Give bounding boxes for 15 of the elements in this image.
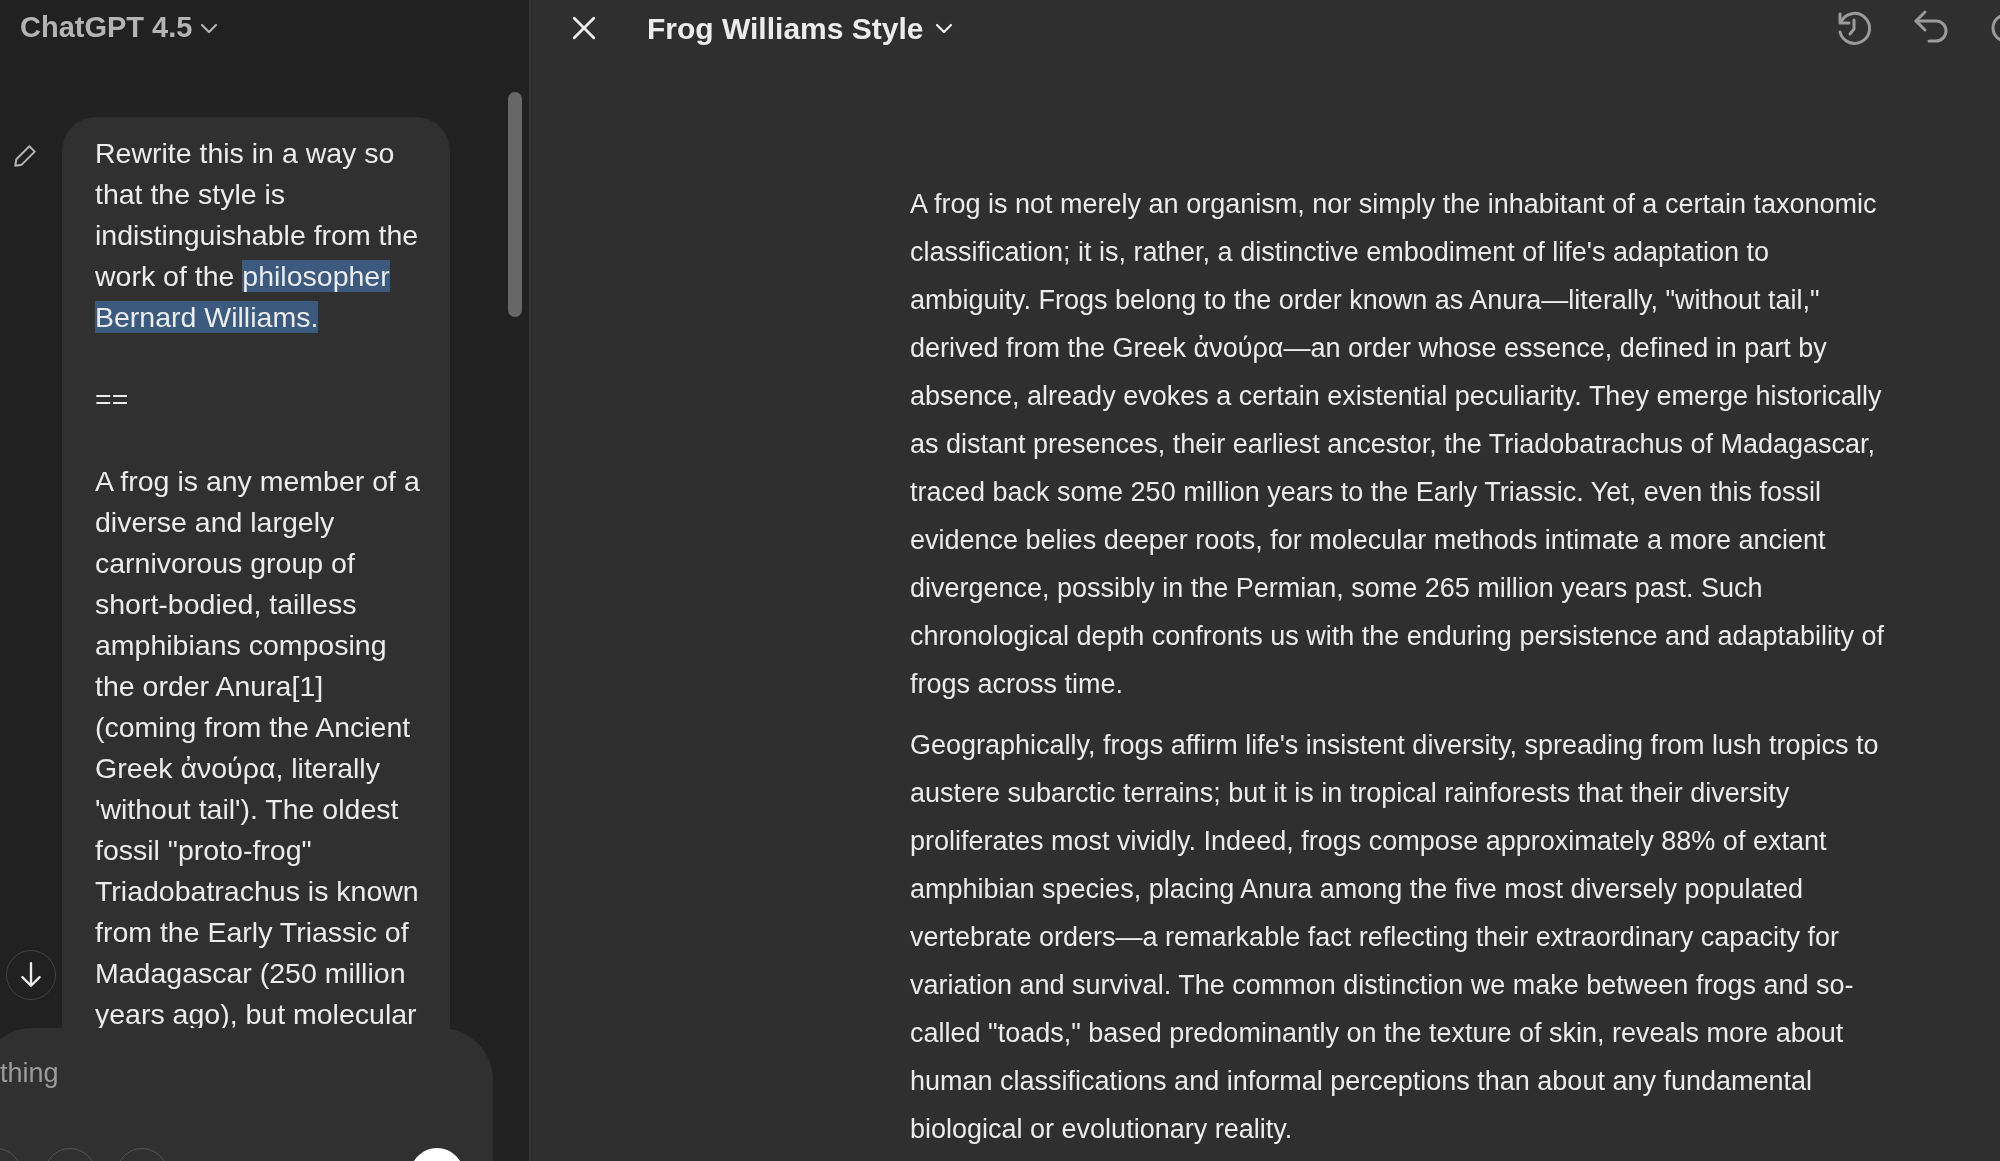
input-field[interactable]: thing bbox=[0, 1053, 300, 1093]
model-selector[interactable]: ChatGPT 4.5 bbox=[20, 6, 219, 50]
arrow-down-icon bbox=[18, 961, 44, 989]
edit-icon[interactable] bbox=[12, 143, 38, 169]
scrollbar[interactable] bbox=[508, 92, 522, 317]
message-text: Rewrite this in a way so that the style is indistinguishable from the work of the philosopher Bernard Williams. bbox=[95, 136, 420, 335]
paragraph: A frog is not merely an organism, nor simply the inhabitant of a certain taxonomic classification; it is, rather, a distinctive embodiment of life's adaptation to ambiguity. Frogs belong to the order known as Anura—literally, "without tail," derived from the Greek ἀνούρα—an order whose essence, defined in part by absence, already evokes a certain existential peculiarity. They emerge historically as distant presences, their earliest ancestor, the Triadobatrachus of Madagascar, traced back some 250 million years to the Early Triassic. Yet, even this fossil evidence belies deeper roots, for molecular methods intimate a more ancient divergence, possibly in the Permian, some 265 million years past. Such chronological depth confronts us with the enduring persistence and adaptability of frogs across time. bbox=[910, 188, 1886, 701]
message-text: A frog is any member of a diverse and largely carnivorous group of short-bodied, tailless amphibians composing the order Anura[1] (coming from the Ancient Greek ἀνούρα, literally 'without tail'). The oldest fossil "proto-frog" Triadobatrachus is known from the Early Triassic of Madagascar (250 million years ago), but molecular bbox=[95, 464, 421, 1032]
close-icon bbox=[571, 15, 597, 41]
paragraph: Geographically, frogs affirm life's insistent diversity, spreading from lush tropics to austere subarctic terrains; but it is in tropical rainforests that their diversity proliferates most vividly. Indeed, frogs compose approximately 88% of extant amphibian species, placing Anura among the five most diversely populated vertebrate orders—a remarkable fact reflecting their extraordinary capacity for variation and survival. The common distinction we make between frogs and so-called "toads," based predominantly on the texture of skin, reveals more about human classifications and informal perceptions than about any fundamental biological or evolutionary reality. bbox=[910, 729, 1880, 1146]
message-text: == bbox=[95, 382, 130, 417]
document-title[interactable]: Frog Williams Style bbox=[647, 5, 954, 51]
chevron-down-icon bbox=[935, 22, 954, 34]
chevron-down-icon bbox=[200, 22, 219, 34]
scroll-down-button[interactable] bbox=[6, 950, 56, 1000]
